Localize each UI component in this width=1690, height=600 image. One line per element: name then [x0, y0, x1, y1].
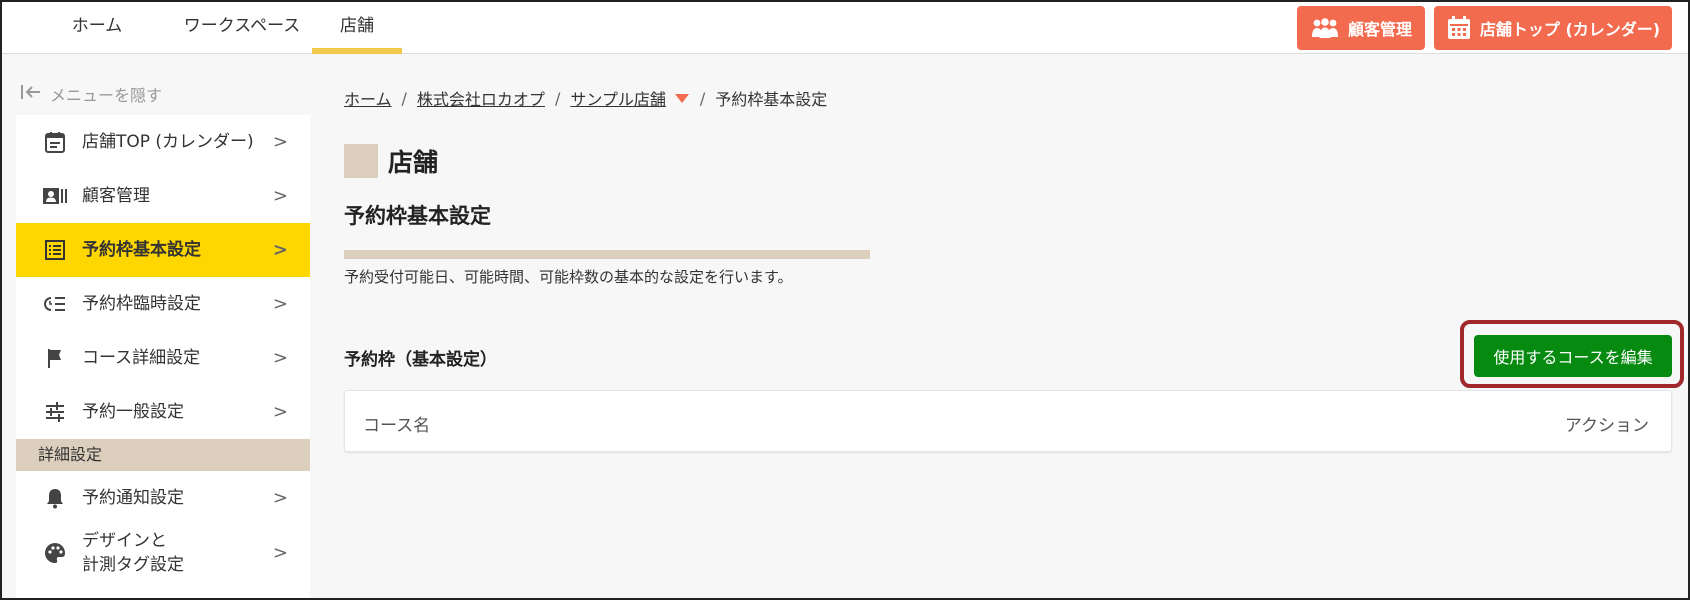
column-header-action: アクション [1564, 416, 1649, 436]
sidebar-item-temporary-slot-settings[interactable]: 予約枠臨時設定 > [16, 277, 310, 331]
sidebar-menu: 店舗TOP (カレンダー) > 顧客管理 > 予約枠基本設定 > 予約枠臨時設定… [16, 115, 310, 598]
chevron-right-icon: > [272, 185, 288, 207]
chevron-right-icon: > [272, 347, 288, 369]
breadcrumb-store-link[interactable]: サンプル店舗 [570, 86, 666, 110]
title-marker [344, 144, 378, 178]
tab-workspace-label: ワークスペース [183, 16, 301, 36]
tab-store-label: 店舗 [340, 16, 374, 36]
sliders-icon [42, 399, 68, 425]
breadcrumb-separator: / [401, 88, 407, 108]
breadcrumb-current: 予約枠基本設定 [715, 90, 828, 109]
sidebar-item-label: 予約枠臨時設定 [82, 294, 201, 314]
edit-courses-button-label: 使用するコースを編集 [1493, 348, 1653, 367]
sidebar-item-label: コース詳細設定 [82, 348, 201, 368]
calendar-icon [1446, 15, 1472, 41]
tab-home[interactable]: ホーム [42, 2, 152, 54]
section-header-label: 詳細設定 [38, 445, 103, 464]
sidebar-item-basic-slot-settings[interactable]: 予約枠基本設定 > [16, 223, 310, 277]
chevron-right-icon: > [272, 401, 288, 423]
chevron-right-icon: > [272, 542, 288, 564]
sidebar-item-label: 顧客管理 [82, 186, 150, 206]
calendar-note-icon [42, 129, 68, 155]
section-title: 予約枠（基本設定） [344, 350, 497, 370]
chevron-right-icon: > [272, 239, 288, 261]
hide-menu-toggle[interactable]: メニューを隠す [20, 83, 162, 105]
page-description: 予約受付可能日、可能時間、可能枠数の基本的な設定を行います。 [344, 268, 793, 286]
store-top-calendar-button[interactable]: 店舗トップ (カレンダー) [1434, 6, 1672, 50]
sidebar-item-design-tag-settings[interactable]: デザインと 計測タグ設定 > [16, 525, 310, 581]
id-card-icon [42, 183, 68, 209]
sidebar-item-course-detail-settings[interactable]: コース詳細設定 > [16, 331, 310, 385]
course-table: コース名 アクション [344, 390, 1672, 452]
app-window: ホーム ワークスペース 店舗 顧客管理 店舗トップ (カレンダー) メニューを隠… [0, 0, 1690, 600]
collapse-left-icon [20, 83, 42, 105]
hide-menu-label: メニューを隠す [50, 86, 163, 105]
bell-icon [42, 485, 68, 511]
section-header-detail-settings: 詳細設定 [16, 439, 310, 471]
sidebar-item-label: 店舗TOP (カレンダー) [82, 132, 254, 152]
tab-store[interactable]: 店舗 [312, 2, 402, 54]
breadcrumb-separator: / [699, 88, 706, 108]
page-title-block: 店舗 [344, 144, 438, 178]
tab-home-label: ホーム [71, 16, 123, 36]
chevron-right-icon: > [272, 131, 288, 153]
customer-management-button[interactable]: 顧客管理 [1297, 6, 1425, 50]
sidebar: メニューを隠す 店舗TOP (カレンダー) > 顧客管理 > 予約枠基本設定 >… [2, 55, 310, 598]
sidebar-item-notification-settings[interactable]: 予約通知設定 > [16, 471, 310, 525]
list-box-icon [42, 237, 68, 263]
list-clock-icon [42, 291, 68, 317]
sidebar-item-customers[interactable]: 顧客管理 > [16, 169, 310, 223]
sidebar-item-label: 予約通知設定 [82, 488, 184, 508]
sidebar-item-store-top[interactable]: 店舗TOP (カレンダー) > [16, 115, 310, 169]
breadcrumb: ホーム / 株式会社ロカオプ / サンプル店舗 / 予約枠基本設定 [344, 86, 827, 110]
top-navigation-bar: ホーム ワークスペース 店舗 顧客管理 店舗トップ (カレンダー) [2, 2, 1688, 54]
tab-workspace[interactable]: ワークスペース [152, 2, 332, 54]
sidebar-item-label-line2: 計測タグ設定 [82, 555, 184, 575]
sidebar-item-label: 予約一般設定 [82, 402, 184, 422]
sidebar-item-label-multiline: デザインと 計測タグ設定 [82, 529, 184, 577]
column-header-course-name: コース名 [363, 416, 431, 436]
flag-icon [42, 345, 68, 371]
sidebar-item-label-line1: デザインと [82, 531, 167, 551]
customer-management-label: 顧客管理 [1347, 20, 1412, 39]
page-title: 店舗 [388, 148, 439, 177]
breadcrumb-company-link[interactable]: 株式会社ロカオプ [417, 86, 545, 110]
people-icon [1310, 17, 1340, 39]
sidebar-item-label: 予約枠基本設定 [82, 240, 201, 260]
breadcrumb-home-link[interactable]: ホーム [344, 86, 392, 110]
breadcrumb-separator: / [554, 88, 561, 108]
palette-icon [42, 540, 68, 566]
store-top-calendar-label: 店舗トップ (カレンダー) [1479, 20, 1661, 39]
edit-courses-button[interactable]: 使用するコースを編集 [1474, 335, 1672, 377]
sub-title: 予約枠基本設定 [344, 204, 491, 228]
chevron-right-icon: > [272, 293, 288, 315]
sidebar-item-general-settings[interactable]: 予約一般設定 > [16, 385, 310, 439]
caret-down-icon[interactable] [674, 89, 690, 108]
chevron-right-icon: > [272, 487, 288, 509]
sub-title-underline [344, 250, 870, 259]
